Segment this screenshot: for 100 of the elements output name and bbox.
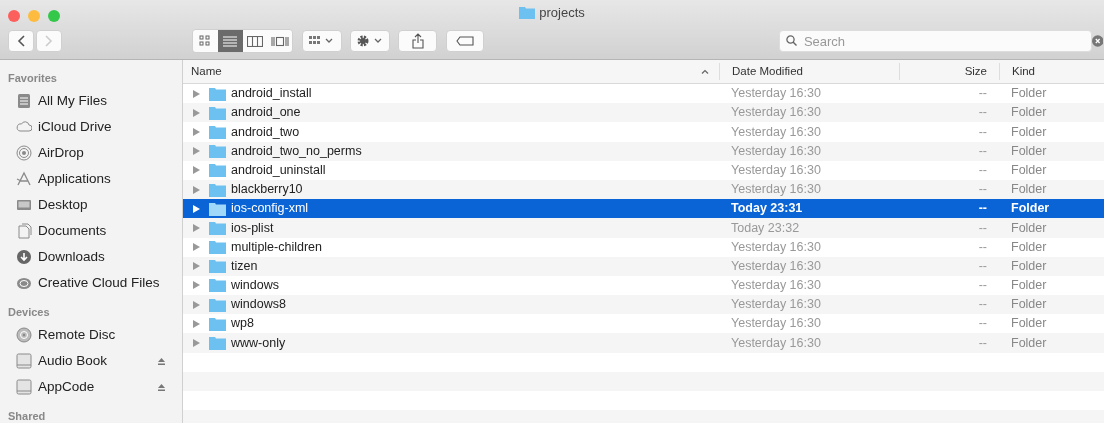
columns-icon bbox=[246, 35, 263, 47]
file-kind: Folder bbox=[1011, 278, 1047, 293]
file-row[interactable]: tizen Yesterday 16:30 -- Folder bbox=[183, 256, 1104, 276]
sidebar-item[interactable]: Desktop bbox=[38, 194, 88, 216]
eject-icon[interactable] bbox=[157, 356, 166, 366]
date-modified: Yesterday 16:30 bbox=[731, 335, 821, 350]
sidebar-section-title: Shared bbox=[7, 409, 47, 423]
folder-icon bbox=[519, 6, 536, 20]
cloud-icon bbox=[16, 119, 32, 135]
file-size: -- bbox=[978, 201, 987, 216]
sidebar-item[interactable]: Documents bbox=[38, 220, 107, 242]
column-view-button[interactable] bbox=[242, 30, 268, 52]
action-button[interactable] bbox=[350, 30, 391, 52]
column-header[interactable]: Kind bbox=[1012, 64, 1036, 77]
sidebar-item[interactable]: Creative Cloud Files bbox=[38, 272, 160, 294]
eject-icon[interactable] bbox=[157, 382, 166, 392]
file-size: -- bbox=[978, 124, 987, 139]
file-row[interactable]: windows8 Yesterday 16:30 -- Folder bbox=[183, 295, 1104, 315]
file-row[interactable]: android_install Yesterday 16:30 -- Folder bbox=[183, 84, 1104, 104]
disclosure-triangle-icon[interactable] bbox=[193, 185, 200, 194]
sidebar-item[interactable]: iCloud Drive bbox=[38, 116, 112, 138]
sidebar-item[interactable]: AppCode bbox=[38, 376, 95, 398]
zoom-button[interactable] bbox=[48, 10, 60, 22]
airdrop-icon bbox=[16, 145, 32, 161]
file-kind: Folder bbox=[1011, 124, 1047, 139]
sidebar-item[interactable]: All My Files bbox=[38, 90, 107, 112]
folder-icon bbox=[209, 144, 226, 159]
files-icon bbox=[16, 93, 32, 109]
sidebar-item[interactable]: AirDrop bbox=[38, 142, 84, 164]
cover-flow-button[interactable] bbox=[267, 30, 293, 52]
file-size: -- bbox=[978, 86, 987, 101]
view-mode-control[interactable] bbox=[192, 29, 294, 53]
file-row[interactable]: multiple-children Yesterday 16:30 -- Folder bbox=[183, 237, 1104, 257]
file-row[interactable]: wp8 Yesterday 16:30 -- Folder bbox=[183, 314, 1104, 334]
share-icon[interactable] bbox=[398, 30, 437, 52]
back-button[interactable] bbox=[8, 30, 34, 52]
window-title: projects bbox=[539, 4, 585, 22]
file-row[interactable]: blackberry10 Yesterday 16:30 -- Folder bbox=[183, 179, 1104, 200]
file-size: -- bbox=[978, 162, 987, 177]
grid-icon bbox=[199, 35, 212, 47]
file-kind: Folder bbox=[1011, 239, 1047, 254]
folder-icon bbox=[209, 259, 226, 274]
file-size: -- bbox=[978, 105, 987, 120]
disclosure-triangle-icon[interactable] bbox=[193, 262, 200, 271]
disclosure-triangle-icon[interactable] bbox=[193, 319, 200, 328]
disclosure-triangle-icon[interactable] bbox=[193, 281, 200, 290]
date-modified: Yesterday 16:30 bbox=[731, 278, 821, 293]
disclosure-triangle-icon[interactable] bbox=[193, 339, 200, 348]
disclosure-triangle-icon[interactable] bbox=[193, 166, 200, 175]
date-modified: Yesterday 16:30 bbox=[731, 86, 821, 101]
file-row[interactable]: android_two_no_perms Yesterday 16:30 -- Folder bbox=[183, 141, 1104, 161]
file-name: windows8 bbox=[231, 296, 286, 314]
file-row[interactable]: android_uninstall Yesterday 16:30 -- Folder bbox=[183, 160, 1104, 180]
disclosure-triangle-icon[interactable] bbox=[193, 204, 200, 213]
disclosure-triangle-icon[interactable] bbox=[193, 89, 200, 98]
lines-icon bbox=[223, 35, 238, 47]
disclosure-triangle-icon[interactable] bbox=[193, 127, 200, 136]
file-size: -- bbox=[978, 182, 987, 197]
file-row[interactable]: www-only Yesterday 16:30 -- Folder bbox=[183, 333, 1104, 353]
file-size: -- bbox=[978, 335, 987, 350]
file-kind: Folder bbox=[1011, 182, 1047, 197]
column-header[interactable]: Name bbox=[191, 62, 222, 81]
file-row[interactable]: ios-plist Today 23:32 -- Folder bbox=[183, 218, 1104, 238]
search-icon bbox=[785, 35, 797, 46]
chevron-right-icon bbox=[45, 35, 53, 47]
creative-cloud-icon bbox=[16, 275, 32, 291]
date-modified: Yesterday 16:30 bbox=[731, 297, 821, 312]
sidebar-item[interactable]: Downloads bbox=[38, 246, 105, 268]
column-header[interactable]: Date Modified bbox=[732, 64, 803, 77]
file-kind: Folder bbox=[1011, 162, 1047, 177]
file-kind: Folder bbox=[1011, 143, 1047, 158]
list-view-button[interactable] bbox=[217, 30, 243, 52]
file-kind: Folder bbox=[1011, 335, 1047, 350]
file-row[interactable]: ios-config-xml Today 23:31 -- Folder bbox=[183, 199, 1104, 219]
sidebar-item[interactable]: Audio Book bbox=[38, 350, 108, 372]
disclosure-triangle-icon[interactable] bbox=[193, 147, 200, 156]
file-row[interactable]: windows Yesterday 16:30 -- Folder bbox=[183, 275, 1104, 296]
clear-icon[interactable] bbox=[1091, 35, 1103, 47]
column-header[interactable]: Size bbox=[964, 64, 987, 77]
tag-icon[interactable] bbox=[445, 30, 484, 52]
file-kind: Folder bbox=[1011, 258, 1047, 273]
disc-icon bbox=[16, 327, 32, 343]
disclosure-triangle-icon[interactable] bbox=[193, 108, 200, 117]
file-row[interactable]: android_two Yesterday 16:30 -- Folder bbox=[183, 122, 1104, 142]
folder-icon bbox=[209, 86, 226, 101]
disclosure-triangle-icon[interactable] bbox=[193, 300, 200, 309]
disclosure-triangle-icon[interactable] bbox=[193, 223, 200, 232]
sidebar-item[interactable]: Applications bbox=[38, 168, 111, 190]
file-name: android_two_no_perms bbox=[231, 142, 362, 160]
desktop-icon bbox=[16, 197, 32, 213]
sidebar-item[interactable]: Remote Disc bbox=[38, 324, 116, 346]
arrange-button[interactable] bbox=[302, 30, 343, 52]
icon-view-button[interactable] bbox=[193, 30, 218, 52]
date-modified: Yesterday 16:30 bbox=[731, 239, 821, 254]
search-field[interactable]: Search bbox=[778, 30, 1092, 52]
file-kind: Folder bbox=[1011, 105, 1047, 120]
close-button[interactable] bbox=[8, 10, 20, 22]
file-row[interactable]: android_one Yesterday 16:30 -- Folder bbox=[183, 103, 1104, 123]
disclosure-triangle-icon[interactable] bbox=[193, 243, 200, 252]
cover-flow-icon bbox=[270, 35, 289, 47]
